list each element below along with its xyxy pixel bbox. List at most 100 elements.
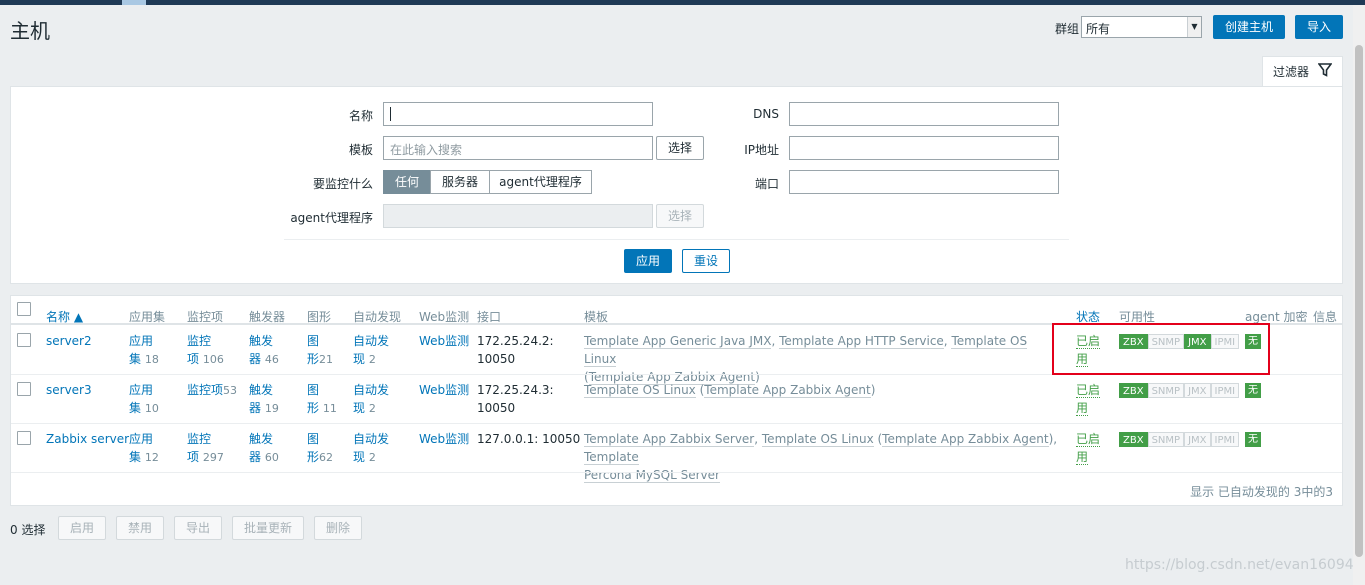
ip-input[interactable] [789, 136, 1059, 160]
apps-link[interactable]: 应用集 10 [129, 381, 179, 418]
filter-tab-label: 过滤器 [1273, 65, 1310, 79]
top-nav-active-indicator [122, 0, 146, 5]
watermark-text: https://blog.csdn.net/evan160941 [1125, 557, 1363, 573]
discovery-link[interactable]: 自动发现 2 [353, 381, 413, 418]
template-select-button[interactable]: 选择 [656, 136, 704, 160]
host-name-link[interactable]: Zabbix server [46, 430, 129, 448]
template-link[interactable]: Template App Zabbix Agent [704, 383, 871, 398]
port-label: 端口 [754, 177, 779, 191]
host-name-link[interactable]: server2 [46, 332, 92, 350]
row-divider [11, 472, 1342, 473]
snmp-badge: SNMP [1147, 383, 1185, 398]
web-link[interactable]: Web监测 [419, 381, 469, 399]
create-host-button[interactable]: 创建主机 [1213, 15, 1285, 39]
dns-label: DNS [753, 107, 779, 121]
apps-link[interactable]: 应用集 18 [129, 332, 179, 369]
scrollbar-thumb[interactable] [1355, 45, 1363, 557]
dns-input[interactable] [789, 102, 1059, 126]
monitor-option-proxy[interactable]: agent代理程序 [489, 170, 592, 194]
template-link[interactable]: Template [584, 450, 639, 465]
items-link[interactable]: 监控项53 [187, 381, 247, 400]
interface-value: 172.25.24.3: 10050 [477, 383, 554, 415]
filter-tab[interactable]: 过滤器 [1262, 56, 1343, 86]
availability-indicators: ZBX SNMP JMX IPMI [1119, 383, 1240, 398]
web-link[interactable]: Web监测 [419, 430, 469, 448]
monitor-label: 要监控什么 [312, 177, 373, 191]
template-label: 模板 [348, 143, 373, 157]
text-caret [390, 107, 391, 121]
ip-label: IP地址 [744, 143, 779, 157]
discovery-link[interactable]: 自动发现 2 [353, 332, 413, 369]
triggers-link[interactable]: 触发器 46 [249, 332, 299, 369]
bulk-mass-update-button[interactable]: 批量更新 [232, 516, 304, 540]
encryption-badge: 无 [1245, 432, 1261, 447]
group-select-value: 所有 [1086, 22, 1111, 36]
port-input[interactable] [789, 170, 1059, 194]
graphs-link[interactable]: 图形 11 [307, 381, 347, 418]
templates-list: Template App Generic Java JMX, Template … [584, 334, 1028, 385]
top-nav-bar [0, 0, 1365, 5]
graphs-link[interactable]: 图形62 [307, 430, 347, 467]
templates-list: Template OS Linux (Template App Zabbix A… [584, 383, 876, 398]
bulk-enable-button[interactable]: 启用 [58, 516, 106, 540]
vertical-scrollbar[interactable] [1353, 5, 1365, 585]
host-name-link[interactable]: server3 [46, 381, 92, 399]
items-link[interactable]: 监控项 297 [187, 430, 242, 467]
filter-divider [284, 239, 1069, 240]
select-all-checkbox[interactable] [17, 302, 31, 316]
interface-value: 127.0.0.1: 10050 [477, 432, 581, 446]
monitor-option-server[interactable]: 服务器 [430, 170, 490, 194]
import-button[interactable]: 导入 [1295, 15, 1343, 39]
group-label: 群组 [1055, 22, 1080, 36]
zbx-badge: ZBX [1119, 432, 1148, 447]
status-toggle[interactable]: 已启用 [1076, 430, 1101, 466]
ipmi-badge: IPMI [1210, 383, 1240, 398]
highlight-annotation-box [1052, 323, 1270, 375]
proxy-label: agent代理程序 [290, 211, 373, 225]
table-summary: 显示 已自动发现的 3中的3 [1190, 485, 1333, 499]
template-link[interactable]: Template App Zabbix Server [584, 432, 755, 447]
filter-icon [1318, 63, 1332, 77]
triggers-link[interactable]: 触发器 19 [249, 381, 299, 418]
graphs-link[interactable]: 图形21 [307, 332, 347, 369]
web-link[interactable]: Web监测 [419, 332, 469, 350]
apply-button[interactable]: 应用 [624, 249, 672, 273]
template-search-input[interactable]: 在此输入搜索 [383, 136, 653, 160]
triggers-link[interactable]: 触发器 60 [249, 430, 299, 467]
template-link[interactable]: Template App HTTP Service [779, 334, 944, 349]
items-link[interactable]: 监控项 106 [187, 332, 242, 369]
interface-value: 172.25.24.2: 10050 [477, 334, 554, 366]
status-toggle[interactable]: 已启用 [1076, 381, 1101, 417]
template-link[interactable]: Template OS Linux [584, 383, 696, 398]
filter-panel [10, 86, 1343, 284]
encryption-badge: 无 [1245, 383, 1261, 398]
template-link[interactable]: Template App Zabbix Agent [882, 432, 1049, 447]
bulk-delete-button[interactable]: 删除 [314, 516, 362, 540]
group-select[interactable]: 所有 ▼ [1081, 16, 1202, 38]
template-link[interactable]: Template App Generic Java JMX [584, 334, 772, 349]
snmp-badge: SNMP [1147, 432, 1185, 447]
selected-count: 0 选择 [10, 523, 46, 537]
row-checkbox[interactable] [17, 382, 31, 396]
jmx-badge: JMX [1184, 432, 1211, 447]
name-input[interactable] [383, 102, 653, 126]
apps-link[interactable]: 应用集 12 [129, 430, 179, 467]
templates-list: Template App Zabbix Server, Template OS … [584, 432, 1058, 483]
template-link[interactable]: Percona MySQL Server [584, 468, 720, 483]
bulk-disable-button[interactable]: 禁用 [116, 516, 164, 540]
chevron-down-icon: ▼ [1187, 17, 1201, 37]
template-link[interactable]: Template OS Linux [761, 432, 874, 447]
bulk-export-button[interactable]: 导出 [174, 516, 222, 540]
jmx-badge: JMX [1184, 383, 1211, 398]
page-title: 主机 [10, 19, 50, 43]
zbx-badge: ZBX [1119, 383, 1148, 398]
monitor-option-any[interactable]: 任何 [383, 170, 431, 194]
proxy-input [383, 204, 653, 228]
row-checkbox[interactable] [17, 431, 31, 445]
row-divider [11, 423, 1342, 424]
row-checkbox[interactable] [17, 333, 31, 347]
ipmi-badge: IPMI [1210, 432, 1240, 447]
reset-button[interactable]: 重设 [682, 249, 730, 273]
name-label: 名称 [348, 109, 373, 123]
discovery-link[interactable]: 自动发现 2 [353, 430, 413, 467]
